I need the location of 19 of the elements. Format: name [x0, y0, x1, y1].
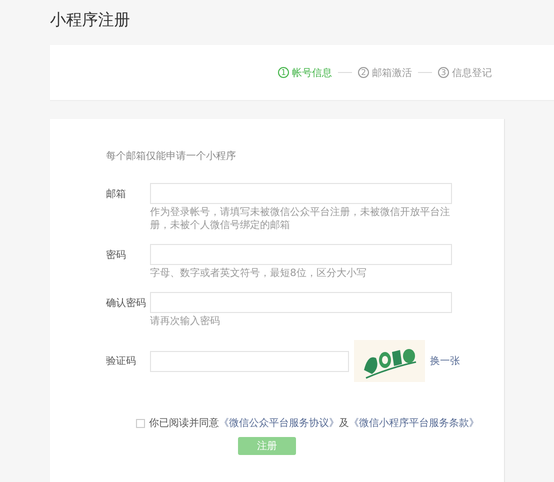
step-tab[interactable]: 信息登记 — [452, 66, 492, 80]
step-tab[interactable]: 帐号信息 — [292, 66, 332, 80]
field-label: 密码 — [106, 248, 127, 262]
hint-text: 请再次输入密码 — [150, 315, 221, 328]
agreement-text: 你已阅读并同意《微信公众平台服务协议》及《微信小程序平台服务条款》 — [149, 416, 479, 430]
page-title: 小程序注册 — [50, 9, 131, 31]
refresh-link[interactable]: 换一张 — [430, 354, 460, 368]
hint-text: 作为登录帐号，请填写未被微信公众平台注册，未被微信开放平台注册，未被个人微信号绑定的邮箱 — [150, 206, 451, 232]
intro-text: 每个邮箱仅能申请一个小程序 — [106, 150, 237, 163]
step-number: 2 — [358, 67, 369, 78]
hint-text: 字母、数字或者英文符号，最短8位，区分大小写 — [150, 267, 368, 280]
agreement-link[interactable]: 《微信小程序平台服务条款》 — [349, 418, 479, 429]
field-label: 邮箱 — [106, 188, 127, 200]
step-number: 3 — [438, 67, 449, 78]
step-number: 1 — [278, 67, 289, 78]
step-tab[interactable]: 邮箱激活 — [372, 66, 412, 80]
field-label: 验证码 — [106, 355, 137, 368]
agreement-link[interactable]: 《微信公众平台服务协议》 — [219, 418, 339, 429]
field-label: 确认密码 — [106, 296, 147, 310]
